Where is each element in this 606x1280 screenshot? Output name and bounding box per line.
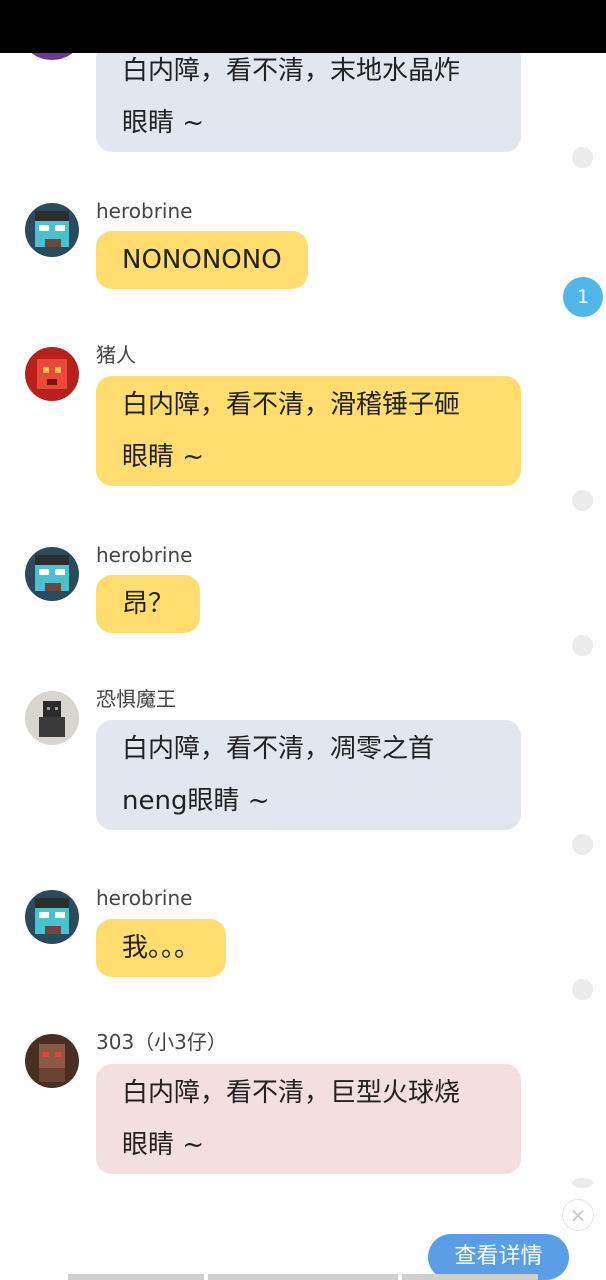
message-text-line: neng眼睛 ~	[122, 786, 270, 816]
pigman-avatar[interactable]	[25, 347, 79, 401]
message-bubble[interactable]: 昂？	[96, 575, 201, 633]
close-icon[interactable]: ×	[562, 1199, 594, 1231]
message-bubble[interactable]: 我。。。	[96, 919, 227, 977]
message-text-line: 白内障，看不清，凋零之首	[122, 734, 435, 764]
read-status-dot	[572, 635, 593, 656]
unread-count-badge[interactable]: 1	[563, 277, 603, 317]
bottom-bar-separator	[398, 1274, 402, 1280]
herobrine-avatar[interactable]	[25, 547, 79, 601]
herobrine-avatar[interactable]	[25, 890, 79, 944]
read-status-dot	[572, 1178, 593, 1188]
read-status-dot	[572, 147, 593, 168]
sender-name: 猪人	[96, 343, 136, 367]
sender-name: herobrine	[96, 199, 193, 223]
303-avatar[interactable]	[25, 1034, 79, 1088]
dread-lord-avatar[interactable]	[25, 691, 79, 745]
message-bubble[interactable]: 白内障，看不清，末地水晶炸 眼睛 ~	[96, 42, 521, 152]
sender-name: 303（小3仔）	[96, 1030, 227, 1054]
sender-name: herobrine	[96, 886, 193, 910]
message-bubble[interactable]: 白内障，看不清，凋零之首 neng眼睛 ~	[96, 720, 521, 830]
message-text-line: 眼睛 ~	[122, 442, 205, 472]
message-text-line: 眼睛 ~	[122, 1130, 205, 1160]
read-status-dot	[572, 834, 593, 855]
chat-message-list[interactable]: 白内障，看不清，末地水晶炸 眼睛 ~ herobrine NONONONO 1 …	[0, 0, 606, 1280]
read-status-dot	[572, 490, 593, 511]
message-bubble[interactable]: 白内障，看不清，巨型火球烧 眼睛 ~	[96, 1064, 521, 1174]
read-status-dot	[572, 979, 593, 1000]
message-text-line: 眼睛 ~	[122, 108, 205, 138]
herobrine-avatar[interactable]	[25, 203, 79, 257]
message-text-line: 白内障，看不清，滑稽锤子砸	[122, 390, 461, 420]
bottom-bar-separator	[204, 1274, 208, 1280]
sender-name: herobrine	[96, 543, 193, 567]
message-bubble[interactable]: NONONONO	[96, 231, 308, 289]
sender-name: 恐惧魔王	[96, 687, 176, 711]
bottom-nav-bar	[68, 1274, 538, 1280]
message-text-line: 昂？	[122, 589, 175, 619]
message-text-line: NONONONO	[122, 245, 282, 275]
status-bar	[0, 0, 606, 53]
message-text-line: 我。。。	[122, 933, 201, 963]
message-bubble[interactable]: 白内障，看不清，滑稽锤子砸 眼睛 ~	[96, 376, 521, 486]
message-text-line: 白内障，看不清，巨型火球烧	[122, 1078, 461, 1108]
